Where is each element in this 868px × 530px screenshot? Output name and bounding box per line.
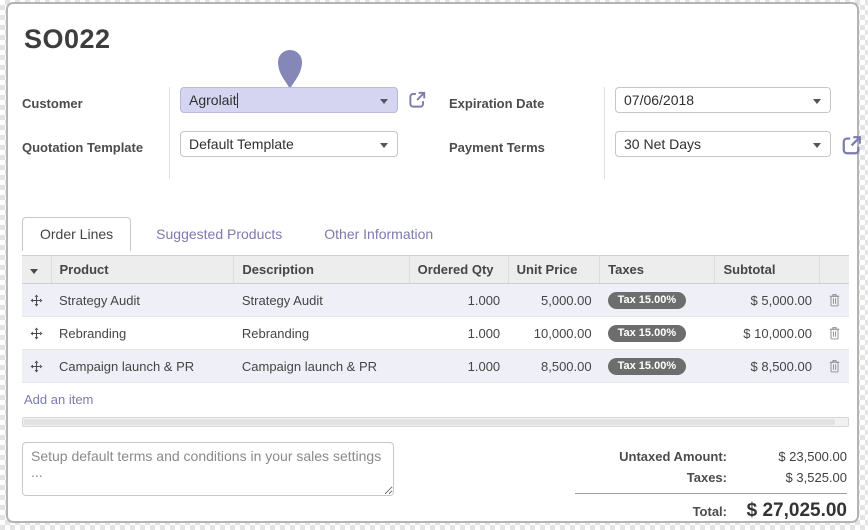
page-title: SO022 [24,24,111,54]
expiration-date-label: Expiration Date [449,96,545,111]
external-link-icon[interactable] [841,134,863,156]
expiration-date-input[interactable]: 07/06/2018 [615,87,831,113]
totals-panel: Untaxed Amount: $ 23,500.00 Taxes: $ 3,5… [575,442,847,525]
horizontal-scrollbar[interactable] [22,417,849,427]
scrollbar-thumb[interactable] [24,419,835,425]
text-cursor [237,92,239,108]
drag-handle-icon[interactable] [22,349,51,383]
col-description: Description [233,255,410,284]
cell-taxes[interactable]: Tax 15.00% [599,283,715,317]
trash-icon[interactable] [820,317,849,350]
total-value: $ 27,025.00 [746,500,847,521]
taxes-row: Taxes: $ 3,525.00 [575,467,847,488]
drag-handle-icon[interactable] [22,317,51,350]
drag-handle-icon[interactable] [22,283,51,317]
taxes-label: Taxes: [686,470,727,485]
cell-unit-price[interactable]: 8,500.00 [508,349,600,383]
quotation-template-label: Quotation Template [22,140,144,155]
col-taxes: Taxes [599,255,716,284]
header-fields: Customer Quotation Template Agrolait Def… [22,87,861,179]
order-line-row[interactable]: Strategy Audit Strategy Audit 1.000 5,00… [22,283,849,317]
order-line-row[interactable]: Campaign launch & PR Campaign launch & P… [22,349,849,383]
cell-taxes[interactable]: Tax 15.00% [599,349,715,383]
taxes-value: $ 3,525.00 [785,470,847,485]
col-ordered-qty: Ordered Qty [409,255,509,284]
dropdown-caret-icon[interactable] [813,99,821,104]
tax-badge[interactable]: Tax 15.00% [607,292,687,309]
quotation-template-value: Default Template [189,136,294,152]
dropdown-caret-icon[interactable] [380,143,388,148]
cell-ordered-qty[interactable]: 1.000 [409,349,509,383]
pin-cursor-icon [276,48,304,90]
untaxed-amount-label: Untaxed Amount: [619,449,727,464]
expiration-date-value: 07/06/2018 [624,92,695,108]
totals-divider [575,493,847,494]
cell-description[interactable]: Campaign launch & PR [233,349,410,383]
cell-subtotal[interactable]: $ 10,000.00 [715,317,820,350]
cell-product[interactable]: Rebranding [51,317,234,350]
cell-subtotal[interactable]: $ 5,000.00 [714,283,820,317]
total-label: Total: [692,504,727,519]
untaxed-amount-value: $ 23,500.00 [778,449,847,464]
cell-description[interactable]: Rebranding [234,317,409,350]
col-product: Product [51,255,235,284]
footer-section: Untaxed Amount: $ 23,500.00 Taxes: $ 3,5… [22,442,849,525]
external-link-icon[interactable] [408,90,427,109]
notebook-tabs: Order Lines Suggested Products Other Inf… [22,217,849,251]
header-caret-icon [30,269,38,274]
tab-order-lines[interactable]: Order Lines [22,217,132,251]
tax-badge[interactable]: Tax 15.00% [607,358,687,375]
cell-product[interactable]: Strategy Audit [51,283,234,317]
add-an-item-link[interactable]: Add an item [22,383,132,415]
order-lines-table: Product Description Ordered Qty Unit Pri… [22,255,849,383]
cell-ordered-qty[interactable]: 1.000 [409,283,509,317]
customer-value: Agrolait [189,92,237,108]
dropdown-caret-icon[interactable] [380,99,388,104]
untaxed-amount-row: Untaxed Amount: $ 23,500.00 [575,446,847,467]
trash-icon[interactable] [819,283,849,317]
total-row: Total: $ 27,025.00 [575,497,847,525]
tab-suggested-products[interactable]: Suggested Products [139,218,299,251]
order-line-row[interactable]: Rebranding Rebranding 1.000 10,000.00 Ta… [22,317,849,350]
tax-badge[interactable]: Tax 15.00% [607,325,687,342]
cell-product[interactable]: Campaign launch & PR [51,349,234,383]
tab-other-information[interactable]: Other Information [307,218,450,251]
cell-ordered-qty[interactable]: 1.000 [409,317,508,350]
payment-terms-select[interactable]: 30 Net Days [615,131,831,157]
cell-unit-price[interactable]: 10,000.00 [508,317,599,350]
col-subtotal: Subtotal [714,255,821,284]
payment-terms-value: 30 Net Days [624,136,702,152]
quotation-template-select[interactable]: Default Template [180,131,398,157]
payment-terms-label: Payment Terms [449,140,545,155]
trash-icon[interactable] [819,349,849,383]
table-header-row: Product Description Ordered Qty Unit Pri… [22,255,849,284]
col-unit-price: Unit Price [508,255,601,284]
customer-label: Customer [22,96,83,111]
sale-order-form: SO022 Customer Quotation Template Agrola… [6,2,861,525]
select-all-header[interactable] [22,255,52,284]
col-actions [819,255,849,284]
dropdown-caret-icon[interactable] [813,143,821,148]
cell-unit-price[interactable]: 5,000.00 [508,283,600,317]
cell-taxes[interactable]: Tax 15.00% [600,317,715,350]
cell-subtotal[interactable]: $ 8,500.00 [714,349,820,383]
customer-input[interactable]: Agrolait [180,87,398,113]
terms-and-conditions-textarea[interactable] [22,442,394,496]
cell-description[interactable]: Strategy Audit [233,283,410,317]
